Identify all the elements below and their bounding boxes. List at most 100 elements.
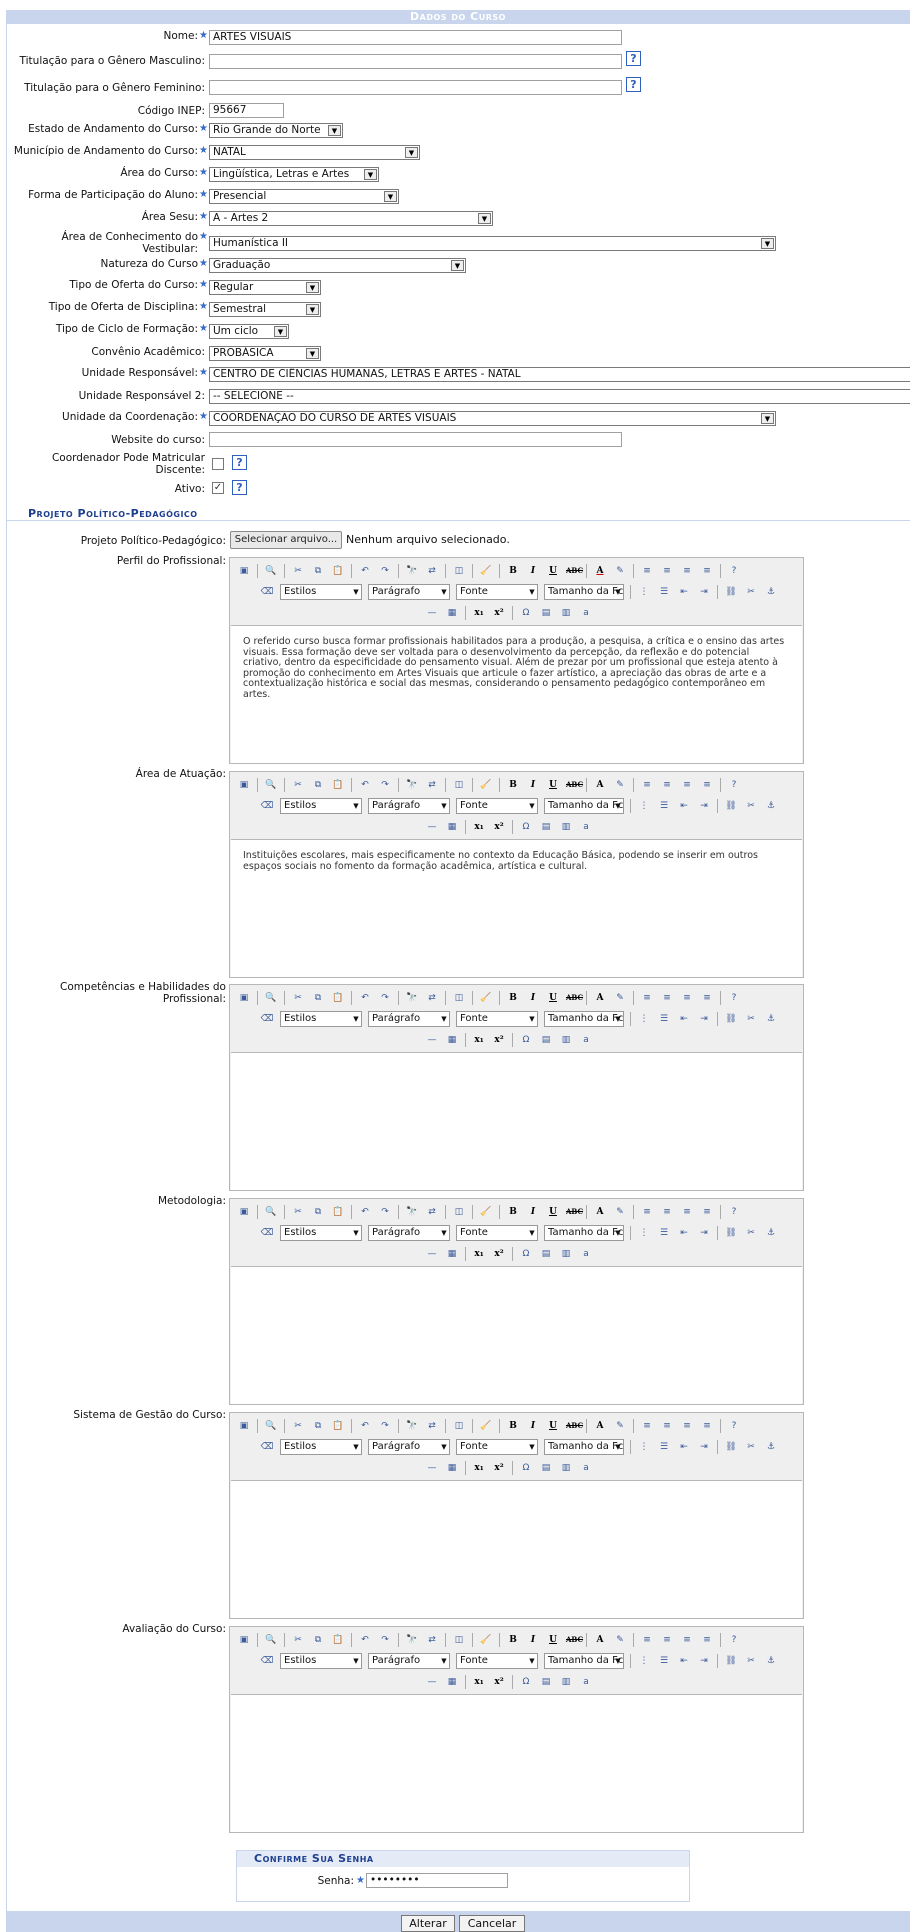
html-icon[interactable]: ◫: [452, 564, 466, 578]
area-curso-select[interactable]: Lingüística, Letras e Artes ▼: [209, 167, 379, 182]
styles-combo[interactable]: Estilos ▼: [280, 1011, 362, 1027]
redo-icon[interactable]: ↷: [378, 1205, 392, 1219]
italic-icon[interactable]: I: [526, 1205, 540, 1219]
link-icon[interactable]: ⛓: [724, 1012, 738, 1026]
table-icon[interactable]: ▦: [445, 1675, 459, 1689]
redo-icon[interactable]: ↷: [378, 778, 392, 792]
subscript-icon[interactable]: x₁: [472, 820, 486, 834]
competencias-editor[interactable]: ▣ 🔍 ✂ ⧉ 📋 ↶ ↷ 🔭 ⇄ ◫ 🧹 B I U ABC A ✎ ≡ ≡ ≡ ≡ ? ⌫ Est…: [229, 984, 804, 1191]
paste-text-icon[interactable]: ▤: [539, 1675, 553, 1689]
font-combo[interactable]: Fonte ▼: [456, 1011, 538, 1027]
source-icon[interactable]: ▣: [237, 1205, 251, 1219]
highlight-icon[interactable]: ✎: [613, 564, 627, 578]
format-combo[interactable]: Parágrafo ▼: [368, 1011, 450, 1027]
superscript-icon[interactable]: x²: [492, 1247, 506, 1261]
paste-icon[interactable]: 📋: [331, 991, 345, 1005]
highlight-icon[interactable]: ✎: [613, 1205, 627, 1219]
html-icon[interactable]: ◫: [452, 1419, 466, 1433]
avaliacao-editor[interactable]: ▣ 🔍 ✂ ⧉ 📋 ↶ ↷ 🔭 ⇄ ◫ 🧹 B I U ABC A ✎ ≡ ≡ ≡ ≡ ? ⌫ Est…: [229, 1626, 804, 1833]
underline-icon[interactable]: U: [546, 1205, 560, 1219]
anchor-icon[interactable]: ⚓: [764, 1226, 778, 1240]
align-right-icon[interactable]: ≡: [680, 1205, 694, 1219]
align-left-icon[interactable]: ≡: [640, 1633, 654, 1647]
source-icon[interactable]: ▣: [237, 991, 251, 1005]
text-color-icon[interactable]: A: [593, 564, 607, 578]
strikethrough-icon[interactable]: ABC: [566, 564, 583, 578]
html-icon[interactable]: ◫: [452, 1205, 466, 1219]
strikethrough-icon[interactable]: ABC: [566, 1205, 583, 1219]
numbered-list-icon[interactable]: ⋮: [637, 585, 651, 599]
senha-input[interactable]: ••••••••: [366, 1873, 508, 1888]
cleanup-icon[interactable]: 🧹: [479, 564, 493, 578]
undo-icon[interactable]: ↶: [358, 564, 372, 578]
html-icon[interactable]: ◫: [452, 991, 466, 1005]
anchor-icon[interactable]: ⚓: [764, 1654, 778, 1668]
cleanup-icon[interactable]: 🧹: [479, 991, 493, 1005]
gestao-editor[interactable]: ▣ 🔍 ✂ ⧉ 📋 ↶ ↷ 🔭 ⇄ ◫ 🧹 B I U ABC A ✎ ≡ ≡ ≡ ≡ ? ⌫ Est…: [229, 1412, 804, 1619]
paste-text-icon[interactable]: ▤: [539, 606, 553, 620]
replace-icon[interactable]: ⇄: [425, 1419, 439, 1433]
text-color-icon[interactable]: A: [593, 1633, 607, 1647]
ativo-checkbox[interactable]: ✓: [212, 482, 224, 494]
align-right-icon[interactable]: ≡: [680, 564, 694, 578]
align-justify-icon[interactable]: ≡: [700, 1633, 714, 1647]
align-left-icon[interactable]: ≡: [640, 1205, 654, 1219]
replace-icon[interactable]: ⇄: [425, 564, 439, 578]
outdent-icon[interactable]: ⇤: [677, 1654, 691, 1668]
superscript-icon[interactable]: x²: [492, 1461, 506, 1475]
outdent-icon[interactable]: ⇤: [677, 799, 691, 813]
align-justify-icon[interactable]: ≡: [700, 1419, 714, 1433]
paste-word-icon[interactable]: ▥: [559, 606, 573, 620]
text-color-icon[interactable]: A: [593, 1419, 607, 1433]
align-left-icon[interactable]: ≡: [640, 778, 654, 792]
redo-icon[interactable]: ↷: [378, 1633, 392, 1647]
eraser-icon[interactable]: ⌫: [260, 1654, 274, 1668]
numbered-list-icon[interactable]: ⋮: [637, 799, 651, 813]
bold-icon[interactable]: B: [506, 991, 520, 1005]
bulleted-list-icon[interactable]: ☰: [657, 1440, 671, 1454]
size-combo[interactable]: Tamanho da Fc ▼: [544, 1011, 624, 1027]
text-color-icon[interactable]: A: [593, 1205, 607, 1219]
subscript-icon[interactable]: x₁: [472, 1461, 486, 1475]
special-char-icon[interactable]: Ω: [519, 1247, 533, 1261]
source-icon[interactable]: ▣: [237, 778, 251, 792]
bulleted-list-icon[interactable]: ☰: [657, 1654, 671, 1668]
find-icon[interactable]: 🔭: [405, 1633, 419, 1647]
paste-word-icon[interactable]: ▥: [559, 1675, 573, 1689]
numbered-list-icon[interactable]: ⋮: [637, 1012, 651, 1026]
html-icon[interactable]: ◫: [452, 778, 466, 792]
cleanup-icon[interactable]: 🧹: [479, 1205, 493, 1219]
cleanup-icon[interactable]: 🧹: [479, 778, 493, 792]
horizontal-rule-icon[interactable]: —: [425, 1461, 439, 1475]
help-icon[interactable]: ?: [232, 480, 247, 495]
special-char-icon[interactable]: Ω: [519, 606, 533, 620]
bulleted-list-icon[interactable]: ☰: [657, 585, 671, 599]
undo-icon[interactable]: ↶: [358, 991, 372, 1005]
format-combo[interactable]: Parágrafo ▼: [368, 1225, 450, 1241]
copy-icon[interactable]: ⧉: [311, 778, 325, 792]
subscript-icon[interactable]: x₁: [472, 1247, 486, 1261]
replace-icon[interactable]: ⇄: [425, 1205, 439, 1219]
underline-icon[interactable]: U: [546, 778, 560, 792]
natureza-select[interactable]: Graduação ▼: [209, 258, 466, 273]
cut-icon[interactable]: ✂: [291, 1419, 305, 1433]
font-combo[interactable]: Fonte ▼: [456, 1653, 538, 1669]
font-combo[interactable]: Fonte ▼: [456, 1439, 538, 1455]
strikethrough-icon[interactable]: ABC: [566, 778, 583, 792]
source-icon[interactable]: ▣: [237, 1419, 251, 1433]
undo-icon[interactable]: ↶: [358, 1205, 372, 1219]
numbered-list-icon[interactable]: ⋮: [637, 1654, 651, 1668]
copy-icon[interactable]: ⧉: [311, 1205, 325, 1219]
styles-combo[interactable]: Estilos ▼: [280, 1439, 362, 1455]
undo-icon[interactable]: ↶: [358, 1633, 372, 1647]
format-combo[interactable]: Parágrafo ▼: [368, 584, 450, 600]
competencias-content[interactable]: [231, 1052, 802, 1190]
help-icon[interactable]: ?: [727, 1419, 741, 1433]
nome-input[interactable]: ARTES VISUAIS: [209, 30, 622, 45]
align-right-icon[interactable]: ≡: [680, 778, 694, 792]
align-center-icon[interactable]: ≡: [660, 991, 674, 1005]
area-sesu-select[interactable]: A - Artes 2 ▼: [209, 211, 493, 226]
preview-icon[interactable]: 🔍: [264, 1633, 278, 1647]
link-icon[interactable]: ⛓: [724, 799, 738, 813]
subscript-icon[interactable]: x₁: [472, 606, 486, 620]
